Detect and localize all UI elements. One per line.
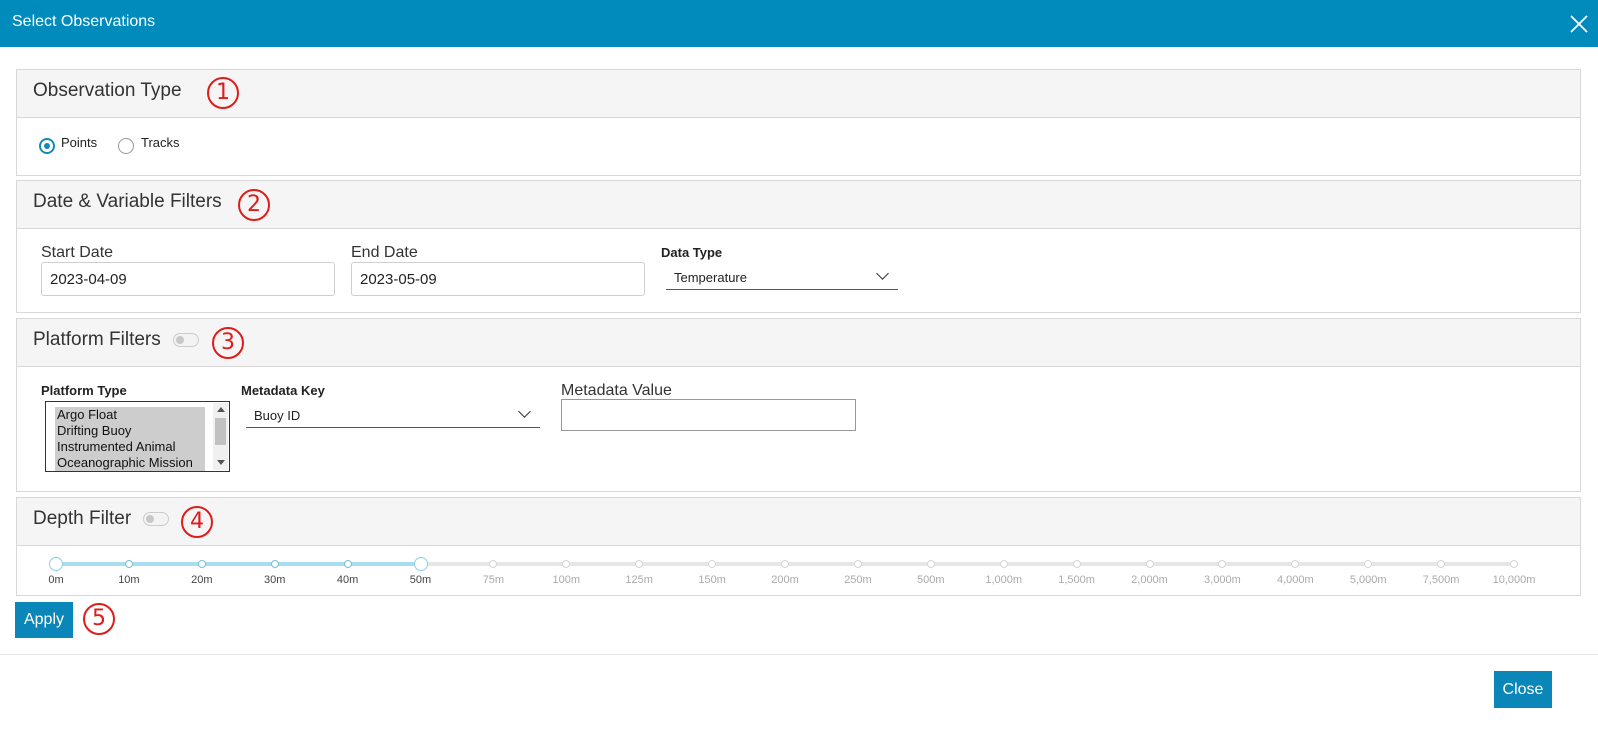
slider-tick-dot	[1218, 560, 1227, 568]
points-label[interactable]: Points	[61, 135, 97, 150]
slider-tick-dot	[562, 560, 571, 568]
apply-button[interactable]: Apply	[15, 602, 73, 638]
depth-tick-label: 100m	[552, 574, 581, 586]
slider-tick-dot	[489, 560, 498, 568]
depth-tick-label: 1,500m	[1058, 574, 1095, 586]
platform-type-option[interactable]: Oceanographic Mission	[55, 455, 205, 471]
slider-tick-dot	[270, 560, 279, 568]
end-date-input[interactable]	[351, 262, 645, 296]
slider-tick-dot	[1510, 560, 1518, 568]
slider-tick-dot	[926, 560, 935, 568]
slider-selected-range	[56, 562, 421, 566]
chevron-down-icon	[518, 405, 531, 418]
data-type-label: Data Type	[661, 245, 723, 260]
slider-tick-dot	[999, 560, 1008, 568]
depth-tick-label: 40m	[336, 574, 359, 586]
depth-tick-label: 1,000m	[985, 574, 1023, 586]
depth-tick-label: 30m	[263, 574, 286, 586]
depth-tick-label: 150m	[698, 574, 726, 586]
observation-type-header: Observation Type 1	[17, 70, 1580, 118]
platform-type-label: Platform Type	[41, 383, 127, 398]
slider-handle[interactable]	[49, 557, 63, 571]
slider-tick-dot	[1364, 560, 1373, 568]
depth-tick-label: 4,000m	[1276, 574, 1314, 586]
observation-type-panel: Observation Type 1 Points Tracks	[16, 69, 1581, 176]
date-variable-title: Date & Variable Filters	[33, 191, 222, 212]
slider-handle[interactable]	[413, 557, 428, 571]
end-date-label: End Date	[351, 244, 418, 261]
scroll-up-icon[interactable]	[217, 407, 225, 412]
close-button[interactable]: Close	[1494, 671, 1552, 708]
metadata-value-input[interactable]	[561, 399, 856, 431]
start-date-input[interactable]	[41, 262, 335, 296]
step-marker-3: 3	[212, 327, 244, 359]
metadata-key-value: Buoy ID	[254, 408, 301, 423]
depth-tick-label: 7,500m	[1422, 574, 1460, 586]
depth-tick-label: 250m	[844, 574, 872, 586]
depth-tick-label: 0m	[48, 574, 64, 586]
points-radio[interactable]	[39, 138, 55, 154]
platform-type-listbox[interactable]: Argo Float Drifting Buoy Instrumented An…	[45, 401, 230, 472]
depth-tick-label: 2,000m	[1131, 574, 1168, 586]
listbox-scrollbar[interactable]	[213, 403, 228, 470]
start-date-label: Start Date	[41, 244, 114, 261]
slider-tick-dot	[1145, 560, 1154, 568]
step-marker-2: 2	[238, 189, 270, 221]
observation-type-title: Observation Type	[33, 80, 182, 101]
slider-tick-dot	[708, 560, 717, 568]
tracks-label[interactable]: Tracks	[141, 135, 180, 150]
platform-filters-toggle[interactable]	[173, 333, 199, 347]
data-type-select[interactable]: Temperature	[666, 263, 898, 290]
dialog-header: Select Observations	[0, 0, 1598, 47]
slider-tick-dot	[635, 560, 644, 568]
platform-type-option[interactable]: Instrumented Animal	[55, 439, 205, 455]
depth-tick-label: 3,000m	[1204, 574, 1241, 586]
platform-filters-header: Platform Filters 3	[17, 319, 1580, 367]
depth-tick-label: 20m	[191, 574, 213, 586]
metadata-value-label: Metadata Value	[561, 382, 672, 399]
depth-tick-label: 125m	[625, 574, 653, 586]
slider-tick-dot	[853, 560, 862, 568]
slider-tick-dot	[197, 560, 206, 568]
slider-tick-dot	[1437, 560, 1446, 568]
platform-filters-title: Platform Filters	[33, 329, 161, 350]
depth-tick-label: 10,000m	[1492, 574, 1536, 586]
slider-tick-dot	[781, 560, 789, 568]
tracks-radio[interactable]	[118, 138, 134, 154]
date-variable-header: Date & Variable Filters 2	[17, 181, 1580, 229]
depth-tick-label: 500m	[917, 574, 945, 586]
slider-tick-dot	[124, 560, 133, 568]
depth-range-slider[interactable]: 0m 10m 20m 30m 40m 50m 75m 100m 125m 150m 200m 250m…	[17, 498, 1580, 595]
depth-tick-label: 75m	[482, 574, 505, 586]
metadata-key-label: Metadata Key	[241, 383, 325, 398]
date-variable-panel: Date & Variable Filters 2 Start Date End…	[16, 180, 1581, 313]
depth-tick-label: 50m	[409, 574, 432, 586]
scroll-thumb[interactable]	[215, 418, 226, 445]
slider-tick-dot	[1291, 560, 1300, 568]
platform-filters-panel: Platform Filters 3 Platform Type Argo Fl…	[16, 318, 1581, 492]
metadata-key-select[interactable]: Buoy ID	[246, 401, 540, 428]
step-marker-5: 5	[83, 603, 115, 635]
footer-divider	[0, 654, 1598, 655]
platform-type-option[interactable]: Drifting Buoy	[55, 423, 205, 439]
depth-tick-label: 200m	[771, 574, 799, 586]
depth-tick-label: 5,000m	[1349, 574, 1387, 586]
close-icon[interactable]	[1569, 14, 1589, 34]
slider-tick-dot	[1072, 560, 1081, 568]
scroll-down-icon[interactable]	[217, 460, 225, 465]
depth-tick-label: 10m	[118, 574, 140, 586]
slider-tick-dot	[343, 560, 352, 568]
depth-filter-panel: Depth Filter 4 0m 10m 20m 30m 40m 50m 75m 100m 1…	[16, 497, 1581, 596]
dialog-title: Select Observations	[12, 13, 156, 30]
platform-type-option[interactable]: Argo Float	[55, 407, 205, 423]
chevron-down-icon	[876, 267, 889, 280]
data-type-value: Temperature	[674, 270, 747, 285]
step-marker-1: 1	[207, 77, 239, 109]
